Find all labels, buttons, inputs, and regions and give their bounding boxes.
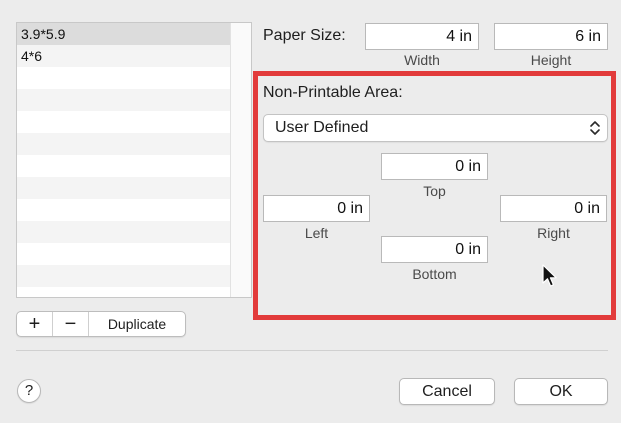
empty-list-row	[17, 155, 233, 177]
cancel-button[interactable]: Cancel	[399, 378, 495, 405]
empty-list-row	[17, 221, 233, 243]
empty-list-row	[17, 199, 233, 221]
duplicate-button[interactable]: Duplicate	[89, 312, 185, 336]
mouse-pointer-icon	[542, 264, 557, 287]
paper-width-field[interactable]: 4 in	[365, 23, 479, 50]
list-controls: + − Duplicate	[16, 311, 186, 337]
add-button[interactable]: +	[17, 312, 53, 336]
empty-list-row	[17, 243, 233, 265]
empty-list-row	[17, 265, 233, 287]
width-label: Width	[404, 52, 440, 68]
help-button[interactable]: ?	[17, 379, 41, 403]
footer-divider	[16, 350, 608, 351]
paper-size-list[interactable]: 3.9*5.9 4*6	[16, 22, 252, 298]
empty-list-row	[17, 177, 233, 199]
list-scrollbar[interactable]	[230, 23, 251, 297]
empty-list-row	[17, 67, 233, 89]
highlight-box	[253, 71, 616, 320]
paper-height-field[interactable]: 6 in	[494, 23, 608, 50]
empty-list-row	[17, 111, 233, 133]
height-label: Height	[530, 52, 572, 68]
paper-size-rows: 3.9*5.9 4*6	[17, 23, 233, 287]
paper-size-label: Paper Size:	[263, 27, 346, 44]
ok-button[interactable]: OK	[514, 378, 608, 405]
paper-size-list-item[interactable]: 4*6	[17, 45, 233, 67]
empty-list-row	[17, 89, 233, 111]
remove-button[interactable]: −	[53, 312, 89, 336]
paper-size-list-item[interactable]: 3.9*5.9	[17, 23, 233, 45]
empty-list-row	[17, 133, 233, 155]
